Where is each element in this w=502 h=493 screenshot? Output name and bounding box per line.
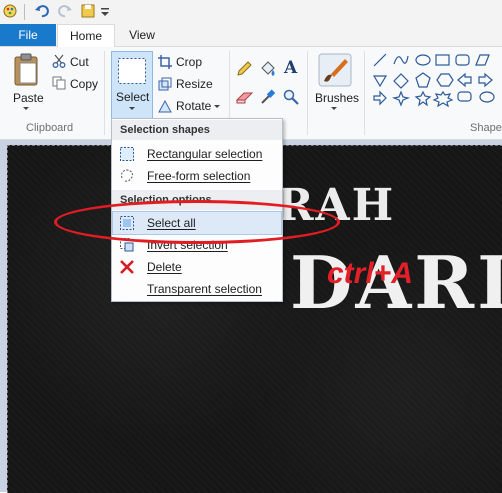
menu-item-label: Transparent selection [147, 282, 262, 296]
brushes-icon[interactable] [318, 53, 352, 87]
cut-icon [52, 54, 66, 68]
crop-button[interactable]: Crop [176, 55, 202, 69]
undo-icon[interactable] [34, 3, 50, 19]
menu-item-delete[interactable]: Delete [113, 256, 281, 278]
brushes-button[interactable]: Brushes [315, 91, 359, 105]
shapes-gallery[interactable] [372, 52, 502, 114]
qat-separator [24, 4, 25, 20]
menu-item-label: Delete [147, 260, 182, 274]
save-icon[interactable] [80, 3, 96, 19]
magnifier-icon[interactable] [283, 89, 299, 105]
selection-rectangle-icon [118, 58, 146, 84]
group-separator [307, 51, 308, 135]
tab-home[interactable]: Home [57, 24, 115, 48]
freeform-selection-icon [121, 169, 133, 182]
paint-app-icon [3, 4, 17, 18]
shapes-group-label: Shape [470, 122, 502, 134]
menu-item-rectangular-selection[interactable]: Rectangular selection [113, 143, 281, 165]
menu-item-transparent-selection[interactable]: Transparent selection [113, 278, 281, 300]
select-button-label: Select [116, 90, 150, 104]
crop-icon [158, 55, 172, 69]
rectangular-selection-icon [120, 147, 134, 161]
menu-item-label: Rectangular selection [147, 147, 263, 161]
clipboard-group-label: Clipboard [26, 122, 74, 134]
color-picker-icon[interactable] [260, 89, 276, 105]
fill-bucket-icon[interactable] [259, 60, 277, 78]
customize-qat-icon[interactable] [97, 3, 113, 19]
select-dropdown-arrow [129, 107, 135, 110]
paste-icon[interactable] [12, 53, 42, 87]
eraser-icon[interactable] [236, 90, 254, 104]
paste-dropdown-arrow[interactable] [23, 107, 29, 110]
redo-icon[interactable] [57, 3, 73, 19]
copy-icon [52, 76, 66, 90]
highlight-ellipse [54, 200, 340, 244]
shortcut-annotation: ctrl+A [327, 257, 413, 290]
tab-file[interactable]: File [0, 24, 56, 46]
rotate-dropdown-arrow [214, 105, 221, 109]
text-tool-icon[interactable]: A [284, 58, 297, 78]
copy-button[interactable]: Copy [70, 77, 98, 91]
delete-icon [120, 260, 134, 274]
paste-button[interactable]: Paste [13, 91, 44, 105]
menu-item-label: Free-form selection [147, 169, 251, 183]
resize-icon [158, 77, 172, 91]
pencil-icon[interactable] [236, 61, 252, 77]
select-button[interactable]: Select [111, 51, 153, 119]
menu-item-freeform-selection[interactable]: Free-form selection [113, 165, 281, 187]
group-separator [104, 51, 105, 135]
rotate-label: Rotate [176, 99, 212, 113]
rotate-icon [158, 99, 172, 113]
quick-access-toolbar [0, 0, 502, 24]
resize-button[interactable]: Resize [176, 77, 213, 91]
group-separator [364, 51, 365, 135]
rotate-button[interactable]: Rotate [176, 99, 221, 113]
menu-header-shapes: Selection shapes [112, 120, 282, 140]
ribbon-tab-bar: File Home View [0, 24, 502, 48]
tab-view[interactable]: View [115, 24, 169, 46]
brushes-dropdown-arrow[interactable] [331, 107, 337, 110]
cut-button[interactable]: Cut [70, 55, 89, 69]
